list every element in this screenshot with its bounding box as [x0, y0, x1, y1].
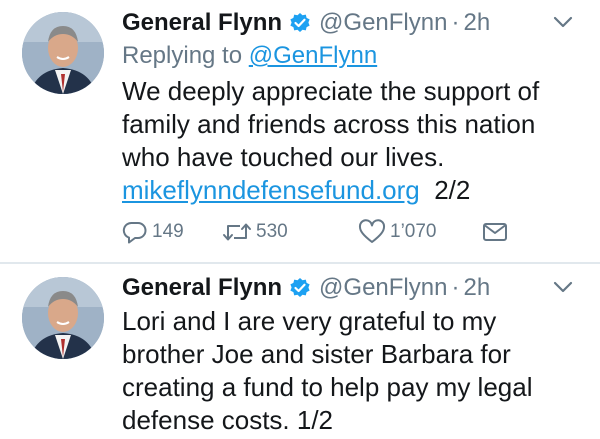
avatar[interactable] [22, 277, 104, 359]
tweet-text-line: creating a fund to help pay my legal [122, 372, 533, 402]
retweet-icon [222, 219, 252, 245]
verified-badge-icon [289, 277, 311, 299]
like-count: 1’070 [390, 221, 437, 242]
header-separator: · [451, 9, 460, 36]
retweet-count: 530 [256, 221, 288, 242]
envelope-icon [482, 219, 508, 245]
tweet-text-line: Lori and I are very grateful to my [122, 306, 497, 336]
like-button[interactable]: 1’070 [358, 217, 437, 247]
verified-badge-icon [289, 12, 311, 34]
avatar[interactable] [22, 12, 104, 94]
tweet-text: We deeply appreciate the support of fami… [122, 75, 592, 207]
timestamp[interactable]: 2h [463, 9, 490, 37]
author-handle[interactable]: @GenFlynn [319, 274, 447, 302]
replying-to-label: Replying to [122, 42, 243, 69]
replying-to-handle-link[interactable]: @GenFlynn [249, 42, 377, 69]
heart-icon [358, 219, 386, 245]
tweet-text-line: brother Joe and sister Barbara for [122, 339, 511, 369]
replying-to: Replying to @GenFlynn [122, 42, 377, 70]
tweet[interactable]: General Flynn @GenFlynn · 2h Replying to… [0, 0, 600, 264]
author-name[interactable]: General Flynn [122, 274, 282, 302]
author-handle[interactable]: @GenFlynn [319, 9, 447, 37]
reply-button[interactable]: 149 [122, 217, 184, 247]
author-name[interactable]: General Flynn [122, 9, 282, 37]
tweet-header: General Flynn @GenFlynn · 2h [122, 8, 490, 38]
tweet-text-line: mikeflynndefensefund.org 2/2 [122, 174, 592, 207]
tweet-text: Lori and I are very grateful to my broth… [122, 305, 592, 437]
chevron-down-icon[interactable] [552, 14, 574, 30]
tweet-divider [0, 262, 600, 264]
tweet-text-line: defense costs. 1/2 [122, 405, 334, 435]
tweet-link[interactable]: mikeflynndefensefund.org [122, 175, 420, 205]
tweet-text-line: who have touched our lives. [122, 142, 445, 172]
chevron-down-icon[interactable] [552, 279, 574, 295]
reply-icon [122, 219, 148, 245]
retweet-button[interactable]: 530 [222, 217, 288, 247]
tweet-text-line: family and friends across this nation [122, 109, 536, 139]
thread-counter: 2/2 [434, 175, 471, 205]
timestamp[interactable]: 2h [463, 274, 490, 302]
direct-message-button[interactable] [482, 217, 508, 247]
tweet[interactable]: General Flynn @GenFlynn · 2h Lori and I … [0, 265, 600, 439]
tweet-text-line: We deeply appreciate the support of [122, 76, 540, 106]
header-separator: · [451, 274, 460, 301]
reply-count: 149 [152, 221, 184, 242]
tweet-header: General Flynn @GenFlynn · 2h [122, 273, 490, 303]
